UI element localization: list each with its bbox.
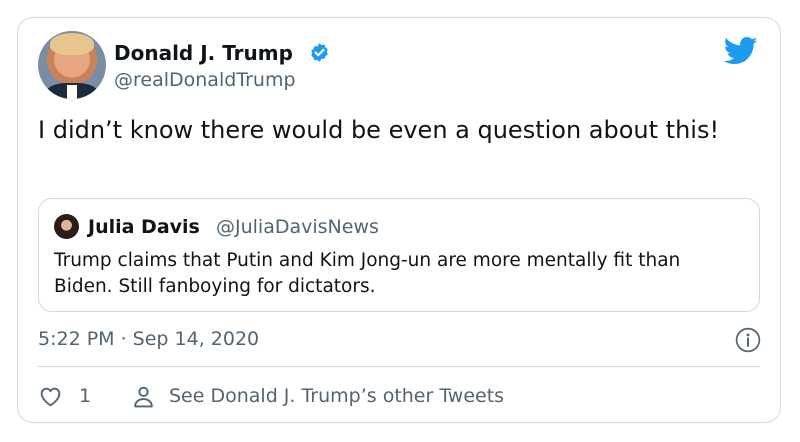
tweet-card[interactable]: Donald J. Trump @realDonaldTrump I didn’… xyxy=(17,17,781,423)
quoted-author-name: Julia Davis xyxy=(88,216,200,238)
like-count[interactable]: 1 xyxy=(79,384,91,408)
quoted-avatar[interactable] xyxy=(54,214,79,239)
author-avatar[interactable] xyxy=(38,31,106,99)
quoted-tweet[interactable]: Julia Davis @JuliaDavisNews Trump claims… xyxy=(38,198,760,312)
heart-icon[interactable] xyxy=(38,384,63,409)
avatar-shirt xyxy=(67,85,77,99)
divider xyxy=(38,366,760,367)
twitter-logo-icon[interactable] xyxy=(724,36,758,66)
tweet-text: I didn’t know there would be even a ques… xyxy=(38,116,720,144)
author-handle[interactable]: @realDonaldTrump xyxy=(114,68,296,92)
quoted-author-handle: @JuliaDavisNews xyxy=(216,216,379,238)
verified-badge-icon xyxy=(311,43,328,62)
quoted-text: Trump claims that Putin and Kim Jong-un … xyxy=(54,250,681,297)
user-icon[interactable] xyxy=(131,384,156,409)
avatar-hair xyxy=(50,33,94,55)
tweet-timestamp[interactable]: 5:22 PM · Sep 14, 2020 xyxy=(38,327,259,351)
see-other-tweets-link[interactable]: See Donald J. Trump’s other Tweets xyxy=(169,384,504,408)
author-name[interactable]: Donald J. Trump xyxy=(114,41,293,65)
info-icon[interactable] xyxy=(735,327,761,353)
